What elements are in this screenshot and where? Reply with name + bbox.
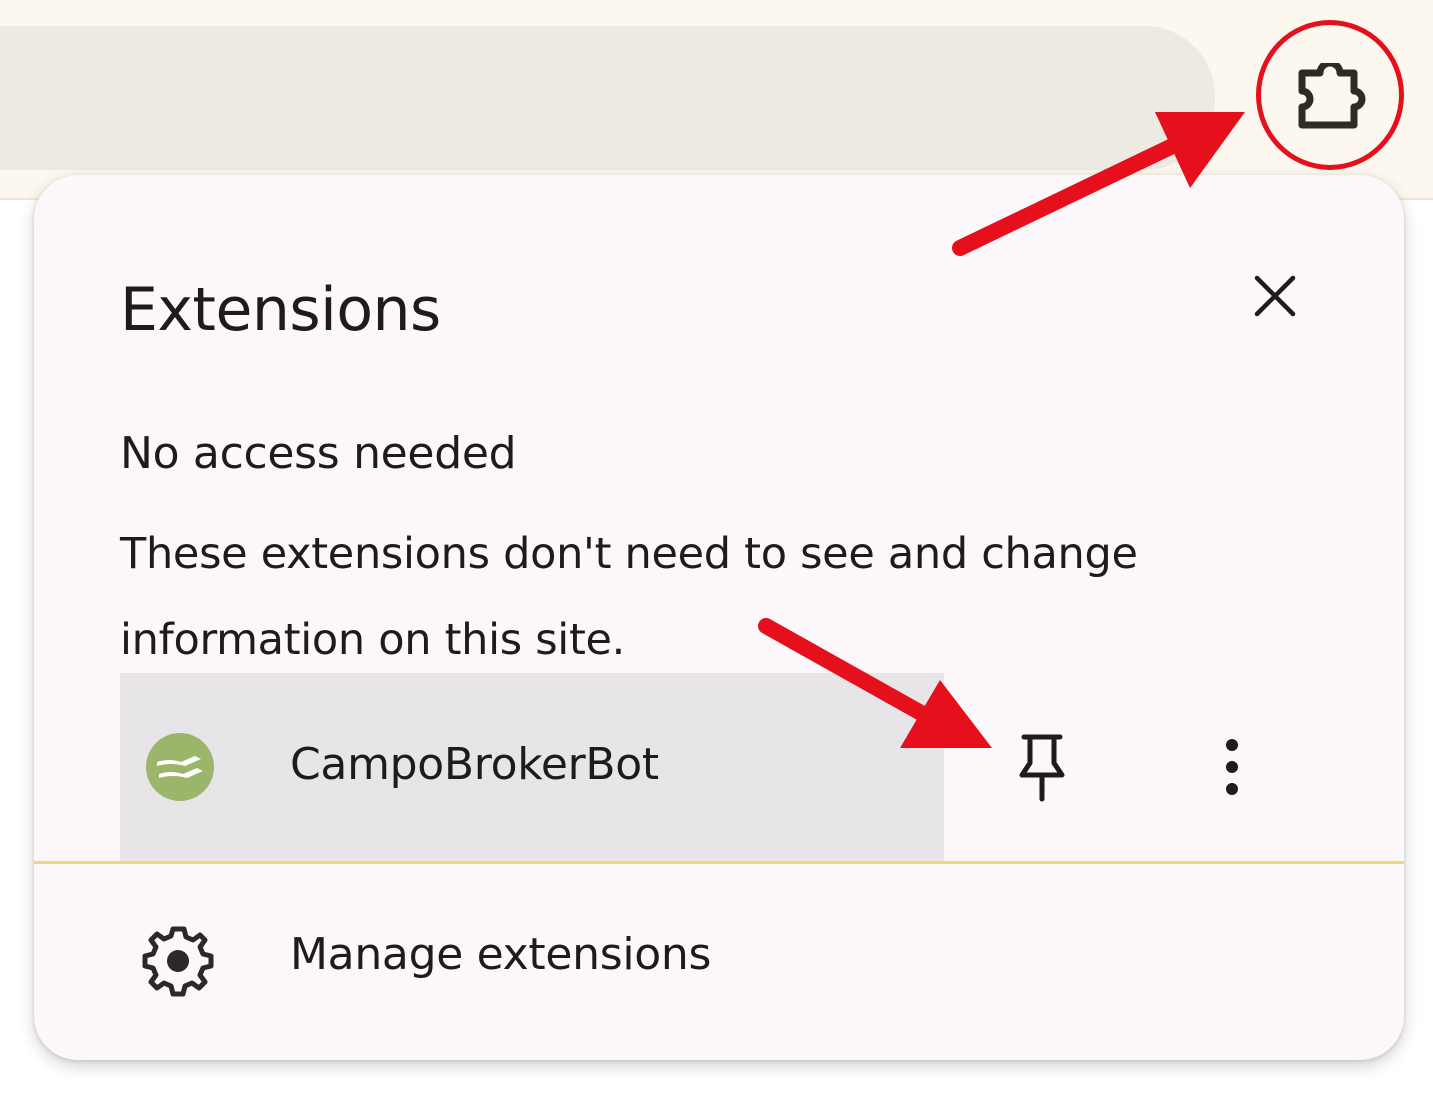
close-button[interactable] — [1246, 267, 1304, 325]
section-description: These extensions don't need to see and c… — [120, 529, 1138, 665]
more-options-button[interactable] — [1192, 727, 1272, 807]
section-heading: No access needed — [120, 428, 517, 479]
browser-toolbar — [0, 0, 1433, 200]
address-bar[interactable] — [0, 26, 1215, 170]
extensions-toolbar-button[interactable] — [1272, 37, 1394, 159]
extension-name[interactable]: CampoBrokerBot — [290, 739, 659, 790]
more-vert-icon — [1226, 739, 1238, 795]
divider — [34, 861, 1404, 864]
puzzle-icon — [1298, 63, 1366, 129]
manage-extensions-button[interactable]: Manage extensions — [120, 905, 1320, 1015]
screenshot-stage: Extensions No access needed These extens… — [0, 0, 1433, 1098]
extensions-popup: Extensions No access needed These extens… — [34, 175, 1404, 1060]
close-icon — [1254, 275, 1296, 317]
pin-button[interactable] — [1002, 727, 1082, 807]
popup-title: Extensions — [120, 275, 441, 345]
manage-extensions-label: Manage extensions — [290, 929, 712, 980]
extension-row[interactable]: CampoBrokerBot — [120, 673, 1320, 861]
pin-icon — [1019, 734, 1065, 802]
campobrokerbot-logo-icon — [146, 733, 214, 801]
gear-icon — [142, 926, 214, 997]
